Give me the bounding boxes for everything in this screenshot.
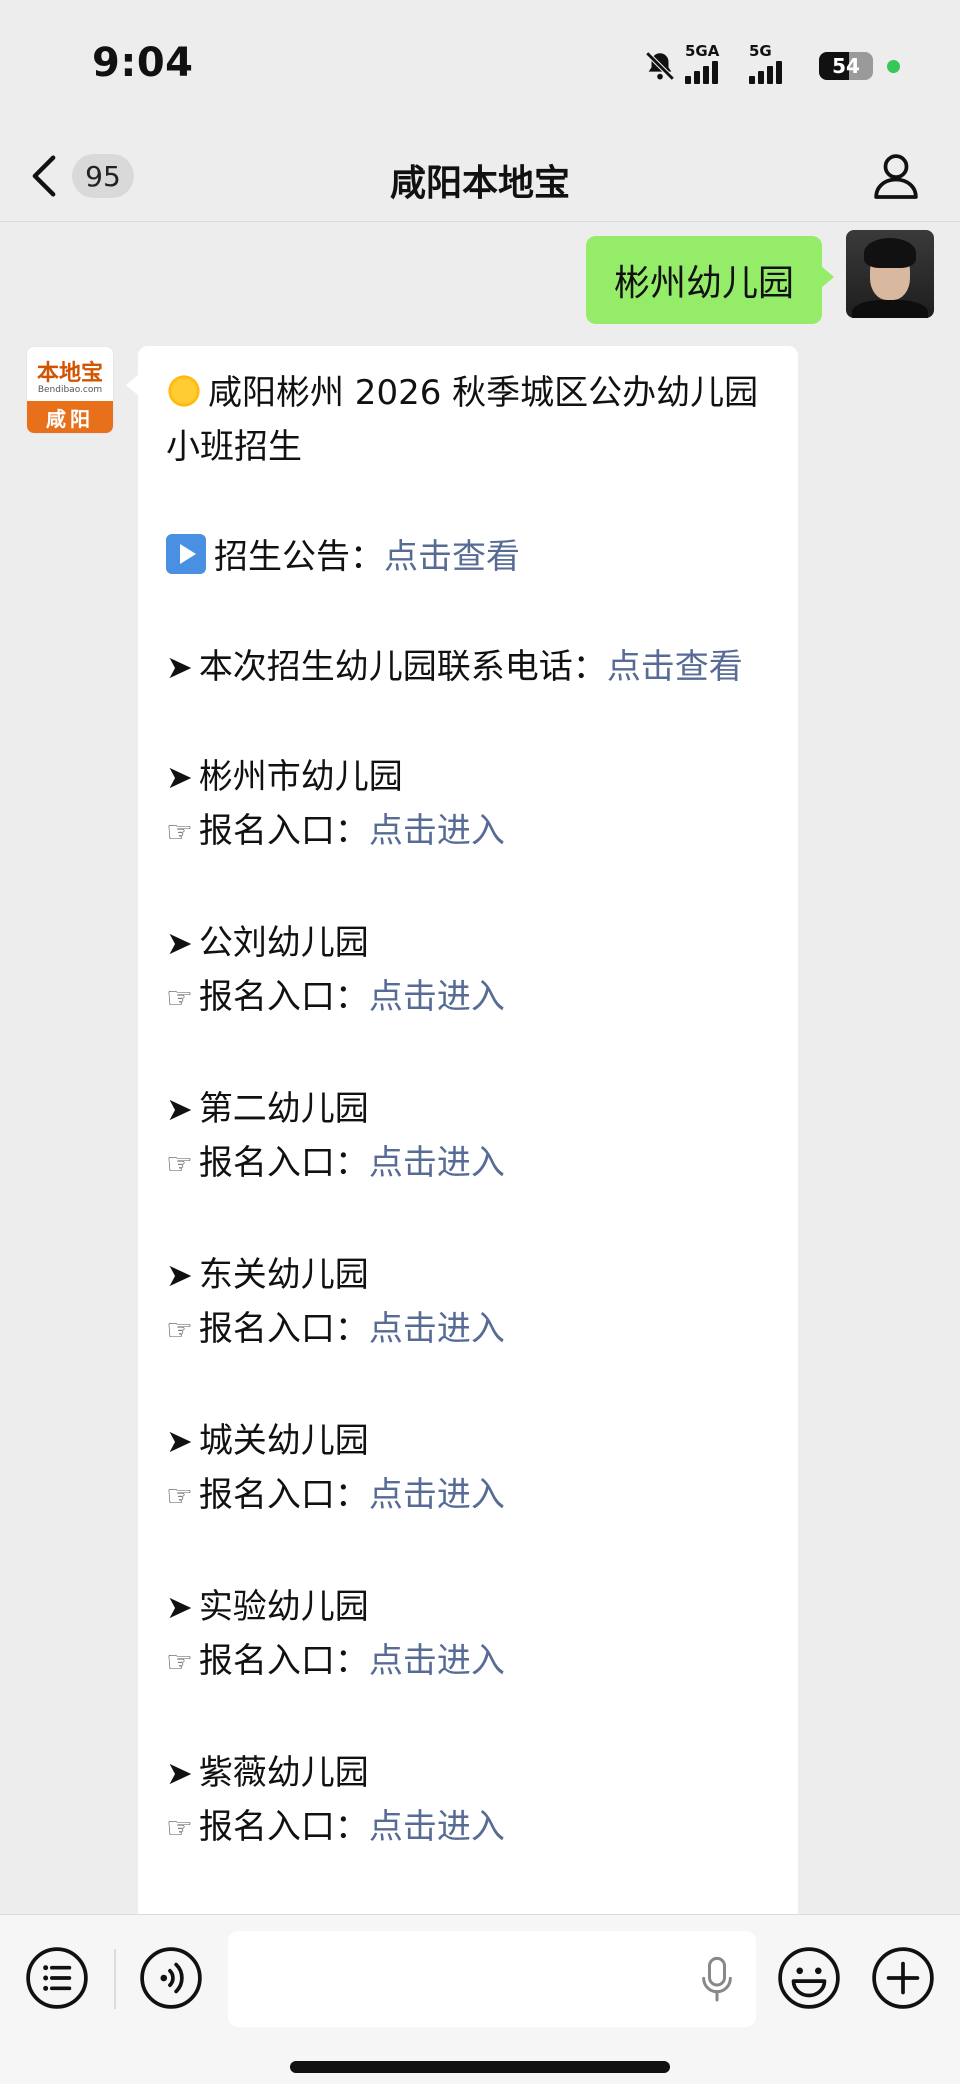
entry-label: 报名入口： (198, 1641, 369, 1681)
notice-line: 招生公告：点击查看 (166, 530, 772, 584)
arrow-icon: ➤ (166, 1588, 193, 1626)
kindergarten-name: ➤ 第二幼儿园 (166, 1082, 772, 1136)
registration-entry: ☞ 报名入口：点击进入 (166, 804, 772, 860)
battery-level: 54 (832, 54, 860, 78)
registration-link[interactable]: 点击进入 (369, 1475, 505, 1515)
arrow-icon: ➤ (166, 1754, 193, 1792)
message-heading: 咸阳彬州 2026 秋季城区公办幼儿园小班招生 (166, 373, 759, 467)
input-bar (0, 1914, 960, 2084)
signal-5g: 5G (749, 42, 805, 84)
kindergarten-name: ➤ 实验幼儿园 (166, 1580, 772, 1634)
entry-label: 报名入口： (198, 1309, 369, 1349)
registration-link[interactable]: 点击进入 (369, 1143, 505, 1183)
user-avatar[interactable] (846, 230, 934, 318)
arrow-icon: ➤ (166, 924, 193, 962)
emoji-icon[interactable] (776, 1945, 842, 2011)
pointing-hand-icon: ☞ (166, 1313, 193, 1348)
network-label-1: 5GA (685, 42, 720, 60)
arrow-icon: ➤ (166, 1256, 193, 1294)
registration-link[interactable]: 点击进入 (369, 977, 505, 1017)
entry-label: 报名入口： (198, 1475, 369, 1515)
pointing-hand-icon: ☞ (166, 1645, 193, 1680)
status-time: 9:04 (92, 40, 194, 86)
kindergarten-name-text: 东关幼儿园 (198, 1255, 369, 1295)
registration-entry: ☞ 报名入口：点击进入 (166, 1302, 772, 1358)
kindergarten-name: ➤ 公刘幼儿园 (166, 916, 772, 970)
arrow-icon: ➤ (166, 648, 193, 686)
kindergarten-name-text: 城关幼儿园 (198, 1421, 369, 1461)
arrow-icon: ➤ (166, 758, 193, 796)
kindergarten-name: ➤ 东关幼儿园 (166, 1248, 772, 1302)
registration-entry: ☞ 报名入口：点击进入 (166, 970, 772, 1026)
battery-icon: 54 (819, 52, 873, 80)
status-icons: 5GA 5G 54 (643, 42, 900, 86)
kindergarten-name-text: 实验幼儿园 (198, 1587, 369, 1627)
kindergarten-name-text: 紫薇幼儿园 (198, 1753, 369, 1793)
person-icon[interactable] (868, 148, 924, 204)
kindergarten-name: ➤ 紫薇幼儿园 (166, 1746, 772, 1800)
kindergarten-name-text: 彬州市幼儿园 (198, 757, 403, 797)
divider (114, 1949, 116, 2009)
sent-message-row: 彬州幼儿园 (585, 230, 934, 324)
status-bar: 9:04 5GA 5G 54 (0, 0, 960, 130)
pointing-hand-icon: ☞ (166, 1147, 193, 1182)
kindergarten-list: ➤ 彬州市幼儿园 ☞ 报名入口：点击进入 ➤ 公刘幼儿园 ☞ 报名入口：点击进入 ➤ 第二幼儿园 ☞… (166, 694, 772, 1856)
kindergarten-name-text: 第二幼儿园 (198, 1089, 369, 1129)
list-icon[interactable] (24, 1945, 90, 2011)
registration-entry: ☞ 报名入口：点击进入 (166, 1468, 772, 1524)
plus-icon[interactable] (870, 1945, 936, 2011)
nav-bar: 95 咸阳本地宝 (0, 130, 960, 222)
chat-area[interactable]: 彬州幼儿园 本地宝 Bendibao.com 咸阳 咸阳彬州 2026 秋季城区… (0, 222, 960, 1914)
entry-label: 报名入口： (198, 811, 369, 851)
bot-logo-city: 咸阳 (27, 401, 113, 433)
pointing-hand-icon: ☞ (166, 981, 193, 1016)
notice-link[interactable]: 点击查看 (384, 537, 520, 577)
pointing-hand-icon: ☞ (166, 1479, 193, 1514)
entry-label: 报名入口： (198, 1807, 369, 1847)
network-label-2: 5G (749, 42, 772, 60)
received-message-bubble[interactable]: 咸阳彬州 2026 秋季城区公办幼儿园小班招生 招生公告：点击查看 ➤ 本次招生幼… (126, 346, 798, 1914)
voice-icon[interactable] (138, 1945, 204, 2011)
kindergarten-name: ➤ 彬州市幼儿园 (166, 750, 772, 804)
sent-message-bubble[interactable]: 彬州幼儿园 (585, 236, 835, 324)
kindergarten-name: ➤ 城关幼儿园 (166, 1414, 772, 1468)
kindergarten-name-text: 公刘幼儿园 (198, 923, 369, 963)
privacy-indicator (887, 59, 900, 73)
registration-link[interactable]: 点击进入 (369, 1641, 505, 1681)
bot-logo-text: 本地宝 (36, 360, 103, 386)
bell-slash-icon (645, 51, 675, 81)
registration-entry: ☞ 报名入口：点击进入 (166, 1800, 772, 1856)
play-icon (166, 534, 206, 574)
registration-link[interactable]: 点击进入 (369, 811, 505, 851)
home-indicator (290, 2061, 670, 2073)
arrow-icon: ➤ (166, 1422, 193, 1460)
sun-icon (166, 373, 202, 409)
pointing-hand-icon: ☞ (166, 815, 193, 850)
registration-link[interactable]: 点击进入 (369, 1807, 505, 1847)
microphone-icon[interactable] (696, 1955, 738, 2005)
pointing-hand-icon: ☞ (166, 1811, 193, 1846)
chat-title: 咸阳本地宝 (389, 163, 570, 204)
bot-logo-site: Bendibao.com (37, 385, 103, 395)
signal-5ga: 5GA (685, 42, 741, 84)
contact-line: ➤ 本次招生幼儿园联系电话：点击查看 (166, 647, 743, 687)
registration-entry: ☞ 报名入口：点击进入 (166, 1136, 772, 1192)
contact-link[interactable]: 点击查看 (607, 647, 743, 687)
entry-label: 报名入口： (198, 1143, 369, 1183)
message-input[interactable] (228, 1931, 756, 2027)
bot-avatar[interactable]: 本地宝 Bendibao.com 咸阳 (26, 346, 114, 434)
registration-entry: ☞ 报名入口：点击进入 (166, 1634, 772, 1690)
registration-link[interactable]: 点击进入 (369, 1309, 505, 1349)
entry-label: 报名入口： (198, 977, 369, 1017)
arrow-icon: ➤ (166, 1090, 193, 1128)
